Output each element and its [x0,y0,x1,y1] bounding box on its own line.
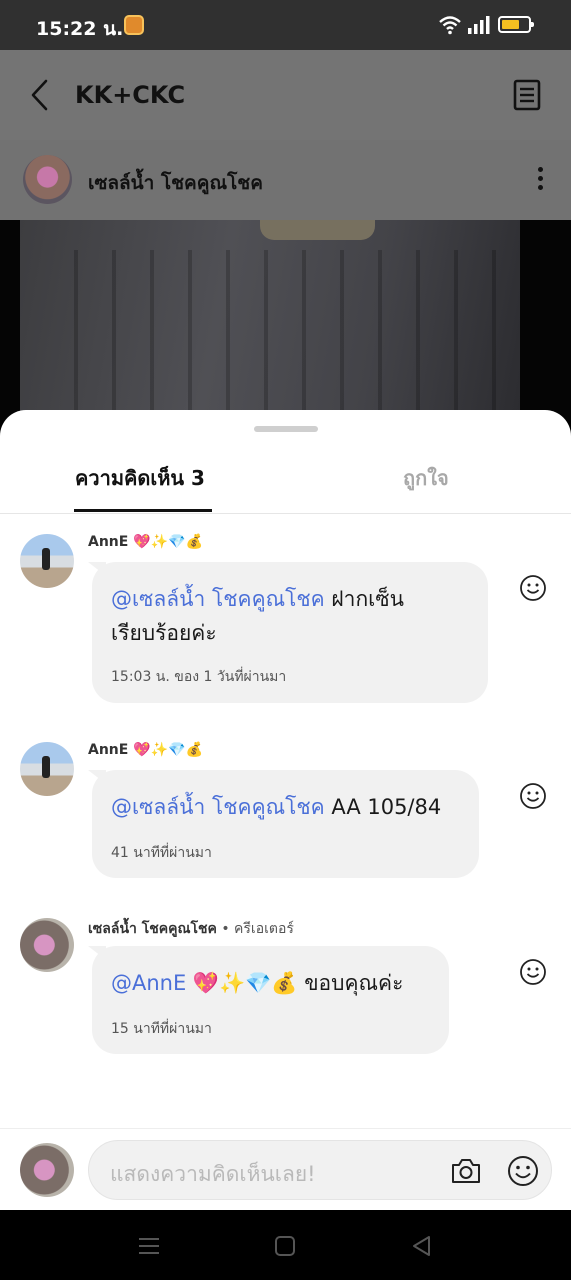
comment-text: @เซลล์น้ำ โชคคูณโชค ฝากเซ็น เรียบร้อยค่ะ [111,587,404,645]
sheet-drag-handle[interactable] [254,426,318,432]
avatar[interactable] [20,534,74,588]
comment-bubble[interactable]: @เซลล์น้ำ โชคคูณโชค AA 105/84 41 นาทีที่… [92,770,479,878]
comment-text: @เซลล์น้ำ โชคคูณโชค AA 105/84 [111,795,442,819]
more-vertical-icon [537,167,543,172]
battery-icon [498,16,534,33]
comment-text: @AnnE 💖✨💎💰 ขอบคุณค่ะ [111,971,404,995]
top-app-bar: KK+CKC [0,50,571,140]
card-image [20,220,520,420]
camera-button[interactable] [449,1154,483,1188]
camera-icon [452,1159,480,1183]
mention-link[interactable]: @AnnE 💖✨💎💰 [111,971,298,995]
wifi-icon [439,16,461,35]
comment-timestamp: 15:03 น. ของ 1 วันที่ผ่านมา [111,669,287,685]
tab-likes[interactable]: ถูกใจ [403,462,449,494]
comment-timestamp: 41 นาทีที่ผ่านมา [111,845,212,861]
smile-icon [520,959,546,985]
home-nav-button[interactable] [273,1234,297,1258]
mention-link[interactable]: @เซลล์น้ำ โชคคูณโชค [111,587,325,611]
card-chip [260,220,375,240]
comment-author[interactable]: AnnE 💖✨💎💰 [88,534,203,550]
more-options-button[interactable] [530,164,550,196]
divider [0,513,571,514]
signal-icon [468,16,490,34]
back-nav-button[interactable] [410,1234,434,1258]
back-button[interactable] [26,77,56,113]
react-button[interactable] [519,574,547,602]
avatar [20,1143,74,1197]
comment-composer: แสดงความคิดเห็นเลย! [0,1128,571,1210]
home-icon [275,1236,295,1256]
comment-input-placeholder: แสดงความคิดเห็นเลย! [110,1162,316,1186]
menu-icon [139,1238,159,1254]
document-menu-button[interactable] [510,77,544,113]
chevron-left-icon [31,79,48,111]
status-time: 15:22 น. [36,18,124,40]
post-author-name[interactable]: เซลล์น้ำ โชคคูณโชค [88,168,263,198]
system-navigation-bar [0,1210,571,1280]
emoji-icon [508,1156,538,1186]
comment-bubble[interactable]: @เซลล์น้ำ โชคคูณโชค ฝากเซ็น เรียบร้อยค่ะ… [92,562,488,703]
status-bar: 15:22 น. [0,0,571,50]
smile-icon [520,783,546,809]
active-tab-indicator [74,509,212,512]
react-button[interactable] [519,782,547,810]
avatar[interactable] [20,742,74,796]
react-button[interactable] [519,958,547,986]
post-author-row: เซลล์น้ำ โชคคูณโชค [0,140,571,220]
comment-bubble[interactable]: @AnnE 💖✨💎💰 ขอบคุณค่ะ 15 นาทีที่ผ่านมา [92,946,449,1054]
creator-badge: • ครีเอเตอร์ [216,921,294,937]
avatar[interactable] [23,155,72,204]
comment-timestamp: 15 นาทีที่ผ่านมา [111,1021,212,1037]
post-photo [0,220,571,420]
comment-author[interactable]: เซลล์น้ำ โชคคูณโชค • ครีเอเตอร์ [88,918,294,940]
comment-input[interactable]: แสดงความคิดเห็นเลย! [88,1140,552,1200]
mention-link[interactable]: @เซลล์น้ำ โชคคูณโชค [111,795,325,819]
emoji-button[interactable] [506,1154,540,1188]
smile-icon [520,575,546,601]
app-notification-icon [124,15,144,35]
document-icon [513,79,541,111]
tab-comments[interactable]: ความคิดเห็น 3 [75,462,205,494]
menu-nav-button[interactable] [137,1234,161,1258]
comment-author[interactable]: AnnE 💖✨💎💰 [88,742,203,758]
comments-sheet: ความคิดเห็น 3 ถูกใจ AnnE 💖✨💎💰 @เซลล์น้ำ … [0,410,571,1210]
triangle-back-icon [413,1236,430,1256]
page-title: KK+CKC [75,81,186,109]
avatar[interactable] [20,918,74,972]
